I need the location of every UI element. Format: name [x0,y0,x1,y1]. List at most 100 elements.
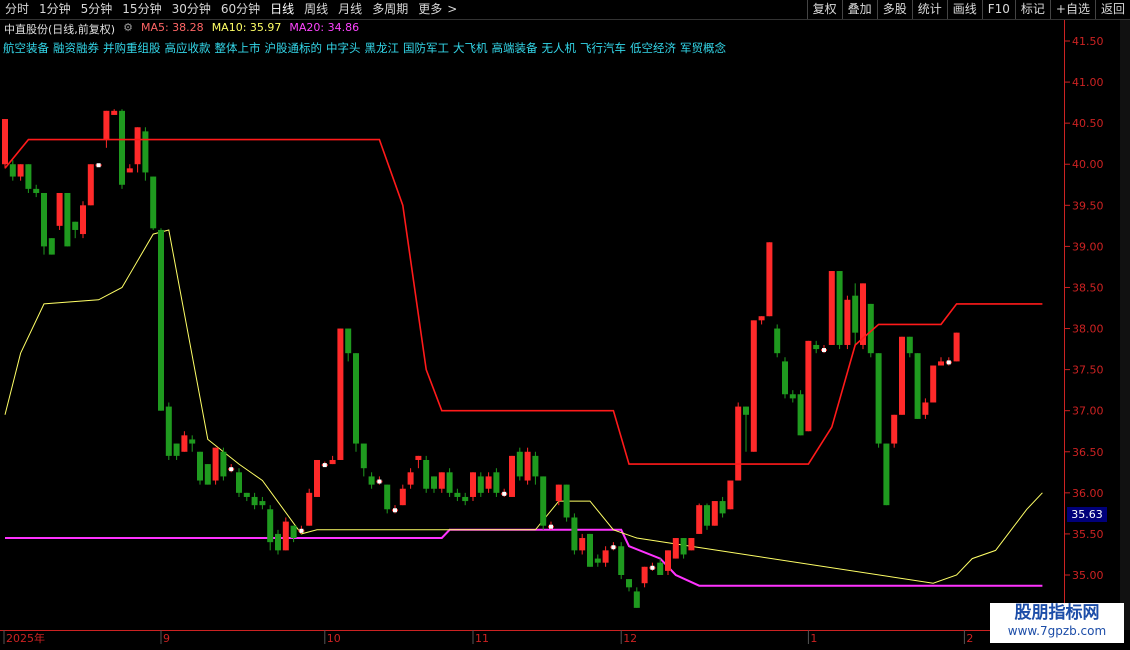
tool-button-5[interactable]: F10 [981,0,1015,19]
concept-tag[interactable]: 整体上市 [215,41,261,55]
candle-down [236,472,242,493]
concept-tag[interactable]: 无人机 [542,41,577,55]
y-tick-label: 38.00 [1072,323,1104,336]
y-tick-label: 36.50 [1072,446,1104,459]
concept-tag[interactable]: 军贸概念 [680,41,726,55]
concept-tag[interactable]: 融资融券 [53,41,99,55]
candle-down [657,562,664,575]
candle-up [750,320,757,452]
candle-up [844,299,851,345]
candle-down [836,271,843,345]
candle-marker [96,163,101,168]
period-tab-6[interactable]: 日线 [265,0,299,19]
period-toolbar: 分时 1分钟 5分钟 15分钟 30分钟 60分钟 日线 周线 月线 多周期 更多 > 复权 叠加 多股统… [0,0,1130,20]
period-tab-3[interactable]: 15分钟 [117,0,166,19]
tool-button-3[interactable]: 统计 [911,0,947,19]
more-chevron-icon[interactable]: > [447,0,462,19]
candle-down [290,525,297,539]
candle-up [555,484,562,502]
concept-tag[interactable]: 中字头 [326,41,361,55]
concept-tag[interactable]: 低空经济 [630,41,676,55]
y-tick-label: 39.50 [1072,199,1104,212]
tool-button-0[interactable]: 复权 [806,0,842,19]
tool-button-1[interactable]: 叠加 [841,0,877,19]
candle-down [852,295,859,333]
concept-tags: 航空装备 融资融券 并购重组股 高应收款 整体上市 沪股通标的 中字头 黑龙江 国防军工 大飞机高… [3,40,730,56]
candle-down [587,533,593,567]
candle-up [2,119,8,165]
candle-down [906,336,913,354]
period-tab-2[interactable]: 5分钟 [76,0,118,19]
period-tab-7[interactable]: 周线 [299,0,333,19]
candle-down [914,353,921,419]
candle-down [813,344,820,350]
stock-title[interactable]: 中直股份(日线,前复权) [4,21,115,37]
tool-button-4[interactable]: 画线 [946,0,982,19]
ma10-label: MA10: 35.97 [211,21,282,34]
candle-down [493,472,500,493]
candle-up [314,459,320,497]
candle-marker [822,348,826,353]
period-tab-0[interactable]: 分时 [0,0,34,19]
period-tab-8[interactable]: 月线 [333,0,367,19]
candle-up [282,521,289,551]
candle-marker [502,491,507,496]
y-tick-label: 41.50 [1072,35,1104,48]
candle-down [275,533,281,551]
concept-tag[interactable]: 黑龙江 [365,41,400,55]
tool-button-6[interactable]: 标记 [1014,0,1050,19]
watermark-url: www.7gpzb.com [1007,624,1107,638]
tool-button-8[interactable]: 返回 [1094,0,1130,19]
candle-down [743,406,749,415]
candle-up [938,361,944,366]
candle-up [438,472,445,489]
concept-tag[interactable]: 沪股通标的 [265,41,323,55]
candle-down [33,188,40,193]
concept-tag[interactable]: 大飞机 [453,41,488,55]
concept-tag[interactable]: 并购重组股 [103,41,161,55]
period-tab-10[interactable]: 更多 [413,0,447,19]
candle-up [399,488,406,506]
concept-tag[interactable]: 高应收款 [165,41,211,55]
tool-button-7[interactable]: +自选 [1049,0,1095,19]
candle-down [618,546,625,575]
candle-down [423,459,430,489]
x-tick-label: 9 [163,632,170,645]
candle-up [470,472,476,497]
period-tab-9[interactable]: 多周期 [367,0,413,19]
y-tick-label: 36.00 [1072,487,1104,500]
candle-down [259,501,266,506]
y-tick-label: 39.00 [1072,240,1104,253]
concept-tag[interactable]: 国防军工 [403,41,449,55]
candle-up [688,538,695,551]
candle-up [80,205,86,235]
period-tab-4[interactable]: 30分钟 [167,0,216,19]
kline-chart[interactable]: 41.50 41.00 40.50 40.00 39.50 39.00 38.50 38.00… [0,0,1130,650]
candle-marker [549,524,553,529]
concept-tag[interactable]: 飞行汽车 [580,41,626,55]
candle-down [189,439,196,444]
candle-down [142,131,149,173]
concept-tag[interactable]: 航空装备 [3,41,49,55]
candle-up [953,332,960,362]
candle-down [477,476,484,493]
candle-up [181,435,188,452]
candle-down [774,328,781,354]
period-tab-5[interactable]: 60分钟 [216,0,265,19]
candle-down [48,238,55,255]
tool-button-2[interactable]: 多股 [876,0,912,19]
candle-marker [611,545,616,550]
concept-tag[interactable]: 高端装备 [492,41,538,55]
settings-icon[interactable]: ⚙ [123,21,133,37]
candle-down [9,164,16,177]
candle-up [891,414,898,444]
candle-down [64,192,71,247]
candle-up [672,538,679,559]
period-tab-1[interactable]: 1分钟 [34,0,76,19]
candle-up [329,459,336,465]
candle-down [267,509,274,543]
ma5-label: MA5: 38.28 [140,21,204,34]
candle-up [509,455,515,497]
candle-up [415,455,422,460]
ma20-line [5,528,1043,587]
